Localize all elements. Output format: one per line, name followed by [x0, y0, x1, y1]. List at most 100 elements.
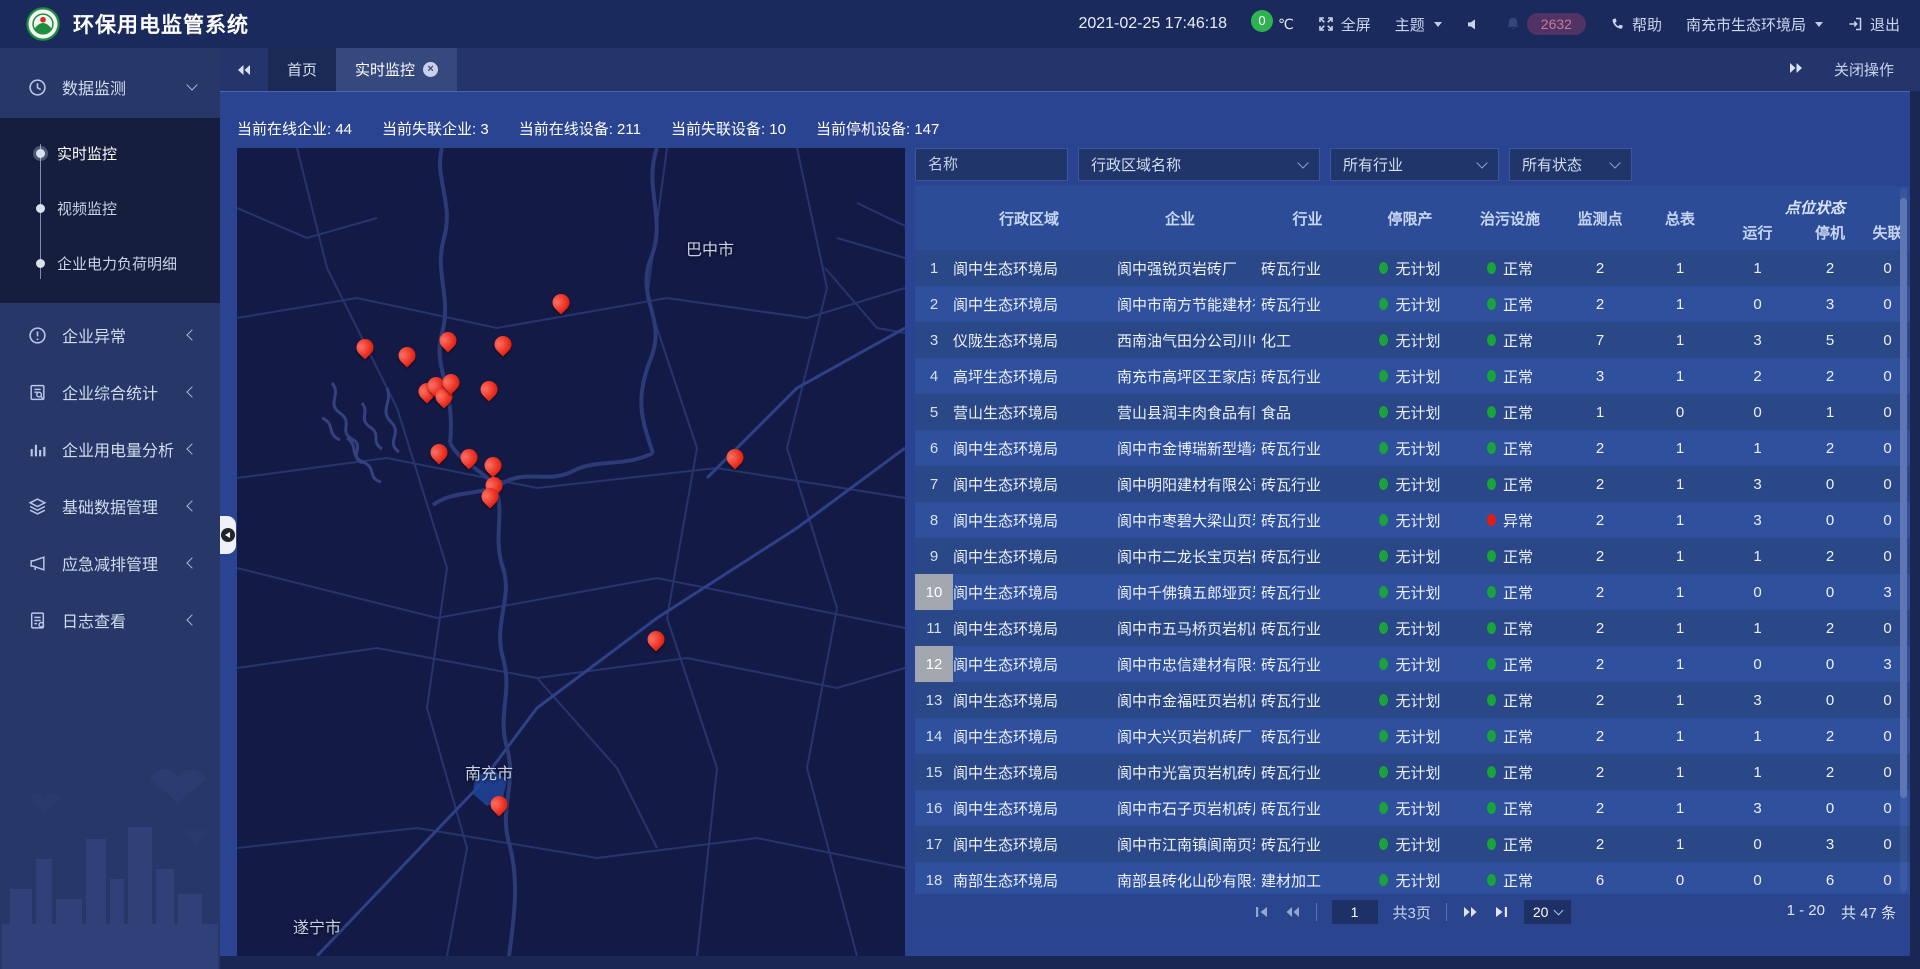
page-number-input[interactable]: 1	[1332, 900, 1378, 924]
cell-monitor: 2	[1560, 692, 1640, 709]
stat-item: 当前失联设备: 10	[671, 118, 786, 139]
sidebar-group-2[interactable]: 企业综合统计	[0, 367, 220, 417]
logout-button[interactable]: 退出	[1847, 14, 1900, 35]
cell-meter: 1	[1640, 584, 1720, 601]
chevron-left-icon	[186, 500, 197, 511]
cell-facility-label: 正常	[1503, 546, 1533, 567]
table-row[interactable]: 1阆中生态环境局阆中强锐页岩砖厂砖瓦行业无计划正常21120	[915, 250, 1910, 286]
industry-select-value: 所有行业	[1343, 154, 1403, 175]
cell-region: 高坪生态环境局	[953, 366, 1105, 387]
table-row[interactable]: 4高坪生态环境局南充市高坪区王家店建砖瓦行业无计划正常31220	[915, 358, 1910, 394]
tab-home[interactable]: 首页	[268, 48, 336, 91]
tab-close-icon[interactable]: ×	[423, 62, 438, 77]
cell-facility: 正常	[1460, 546, 1560, 567]
tabs-scroll-right-button[interactable]	[1788, 61, 1804, 78]
cell-limit-label: 无计划	[1395, 762, 1440, 783]
chevron-down-icon	[1609, 157, 1620, 168]
divider	[1316, 903, 1317, 921]
cell-meter: 1	[1640, 476, 1720, 493]
table-row[interactable]: 8阆中生态环境局阆中市枣碧大梁山页岩砖瓦行业无计划异常21300	[915, 502, 1910, 538]
table-row[interactable]: 18南部生态环境局南部县砖化山砂有限公建材加工无计划正常60060	[915, 862, 1910, 894]
sidebar-item-label: 实时监控	[57, 143, 117, 164]
page-size-select[interactable]: 20	[1524, 900, 1572, 924]
close-operations-button[interactable]: 关闭操作	[1834, 59, 1894, 80]
cell-limit: 无计划	[1360, 726, 1460, 747]
sidebar-item[interactable]: 视频监控	[0, 181, 220, 236]
scrollbar-thumb[interactable]	[1900, 198, 1907, 798]
map-view[interactable]: 巴中市南充市遂宁市	[237, 148, 905, 956]
table-row[interactable]: 13阆中生态环境局阆中市金福旺页岩机砖砖瓦行业无计划正常21300	[915, 682, 1910, 718]
status-dot-icon	[1487, 442, 1496, 454]
region-select[interactable]: 行政区域名称	[1078, 148, 1320, 181]
sidebar-menu: 数据监测实时监控视频监控企业电力负荷明细企业异常企业综合统计企业用电量分析基础数…	[0, 62, 220, 645]
table-row[interactable]: 5营山生态环境局营山县润丰肉食品有限食品无计划正常10010	[915, 394, 1910, 430]
sidebar-item[interactable]: 企业电力负荷明细	[0, 236, 220, 291]
table-row[interactable]: 7阆中生态环境局阆中明阳建材有限公司砖瓦行业无计划正常21300	[915, 466, 1910, 502]
fullscreen-button[interactable]: 全屏	[1318, 14, 1371, 35]
col-stop: 停机	[1795, 220, 1865, 250]
table-row[interactable]: 3仪陇生态环境局西南油气田分公司川中化工无计划正常71350	[915, 322, 1910, 358]
sidebar-collapse-handle[interactable]	[220, 516, 236, 554]
cell-run: 3	[1720, 800, 1795, 817]
notification-widget[interactable]: 2632	[1505, 13, 1586, 35]
status-select[interactable]: 所有状态	[1509, 148, 1632, 181]
tab-realtime-monitor[interactable]: 实时监控 ×	[336, 48, 457, 91]
sidebar-group-1[interactable]: 企业异常	[0, 310, 220, 360]
sidebar-group-6[interactable]: 日志查看	[0, 595, 220, 645]
sidebar-group-3[interactable]: 企业用电量分析	[0, 424, 220, 474]
cell-limit: 无计划	[1360, 690, 1460, 711]
cell-meter: 1	[1640, 260, 1720, 277]
cell-company: 南充市高坪区王家店建	[1105, 366, 1255, 387]
cell-index: 11	[915, 610, 953, 646]
sidebar-group-4[interactable]: 基础数据管理	[0, 481, 220, 531]
cell-run: 3	[1720, 332, 1795, 349]
status-dot-icon	[1487, 730, 1496, 742]
cell-facility: 正常	[1460, 762, 1560, 783]
sidebar-group-0[interactable]: 数据监测	[0, 62, 220, 112]
cell-region: 营山生态环境局	[953, 402, 1105, 423]
table-row[interactable]: 9阆中生态环境局阆中市二龙长宝页岩砖砖瓦行业无计划正常21120	[915, 538, 1910, 574]
sidebar-item[interactable]: 实时监控	[0, 126, 220, 181]
map-city-label: 遂宁市	[293, 914, 341, 938]
notification-count-badge: 2632	[1527, 13, 1586, 35]
table-row[interactable]: 12阆中生态环境局阆中市忠信建材有限公砖瓦行业无计划正常21003	[915, 646, 1910, 682]
fullscreen-icon	[1318, 16, 1334, 32]
table-row[interactable]: 16阆中生态环境局阆中市石子页岩机砖厂砖瓦行业无计划正常21300	[915, 790, 1910, 826]
status-dot-icon	[1487, 298, 1496, 310]
table-row[interactable]: 10阆中生态环境局阆中千佛镇五郎垭页岩砖瓦行业无计划正常21003	[915, 574, 1910, 610]
table-row[interactable]: 11阆中生态环境局阆中市五马桥页岩机砖砖瓦行业无计划正常21120	[915, 610, 1910, 646]
cell-company: 阆中千佛镇五郎垭页岩	[1105, 582, 1255, 603]
cell-run: 3	[1720, 692, 1795, 709]
table-scrollbar[interactable]	[1900, 188, 1907, 892]
table-row[interactable]: 14阆中生态环境局阆中大兴页岩机砖厂砖瓦行业无计划正常21120	[915, 718, 1910, 754]
cell-region: 阆中生态环境局	[953, 258, 1105, 279]
cell-index: 13	[915, 682, 953, 718]
mute-button[interactable]	[1466, 17, 1481, 32]
cell-monitor: 2	[1560, 764, 1640, 781]
next-page-button[interactable]	[1462, 906, 1479, 918]
tabs-scroll-left-button[interactable]	[220, 48, 268, 91]
table-row[interactable]: 2阆中生态环境局阆中市南方节能建材有砖瓦行业无计划正常21030	[915, 286, 1910, 322]
first-page-button[interactable]	[1254, 906, 1269, 918]
cell-index: 10	[915, 574, 953, 610]
table-row[interactable]: 15阆中生态环境局阆中市光富页岩机砖厂砖瓦行业无计划正常21120	[915, 754, 1910, 790]
cell-industry: 建材加工	[1255, 870, 1360, 891]
status-dot-icon	[1487, 622, 1496, 634]
cell-facility-label: 正常	[1503, 582, 1533, 603]
sidebar-group-label: 日志查看	[62, 608, 126, 632]
help-button[interactable]: 帮助	[1610, 14, 1662, 35]
monitor-panel: 行政区域名称 所有行业 所有状态 行政区域 企业 行业 停限产 治污设施 监测点…	[915, 148, 1910, 956]
prev-page-button[interactable]	[1284, 906, 1301, 918]
total-pages-label: 共3页	[1393, 902, 1431, 923]
sidebar-group-5[interactable]: 应急减排管理	[0, 538, 220, 588]
industry-select[interactable]: 所有行业	[1330, 148, 1499, 181]
last-page-button[interactable]	[1494, 906, 1509, 918]
cell-monitor: 2	[1560, 512, 1640, 529]
org-menu-button[interactable]: 南充市生态环境局	[1686, 14, 1823, 35]
cell-index: 16	[915, 790, 953, 826]
theme-menu-button[interactable]: 主题	[1395, 14, 1442, 35]
table-row[interactable]: 6阆中生态环境局阆中市金博瑞新型墙材砖瓦行业无计划正常21120	[915, 430, 1910, 466]
table-row[interactable]: 17阆中生态环境局阆中市江南镇阆南页岩砖瓦行业无计划正常21030	[915, 826, 1910, 862]
caret-down-icon	[1815, 22, 1823, 27]
name-search-input[interactable]	[915, 148, 1068, 181]
